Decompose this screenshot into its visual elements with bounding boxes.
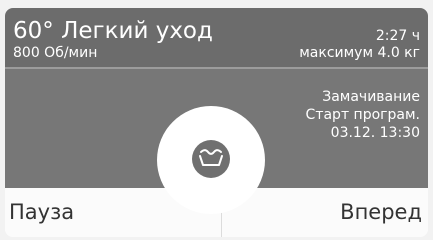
- program-duration: 2:27 ч: [375, 28, 420, 44]
- spin-speed: 800 Об/мин: [13, 45, 98, 61]
- next-button[interactable]: Вперед: [340, 188, 422, 237]
- max-load: максимум 4.0 кг: [299, 45, 420, 61]
- start-program-label: Старт програм.: [305, 107, 420, 123]
- wash-tub-icon: [199, 149, 223, 166]
- program-title: 60° Легкий уход: [13, 18, 213, 44]
- start-datetime: 03.12. 13:30: [330, 125, 420, 141]
- program-header: 60° Легкий уход 800 Об/мин 2:27 ч максим…: [5, 8, 428, 67]
- dial-button[interactable]: [192, 140, 230, 178]
- pause-button[interactable]: Пауза: [9, 188, 74, 237]
- soak-option: Замачивание: [322, 89, 420, 105]
